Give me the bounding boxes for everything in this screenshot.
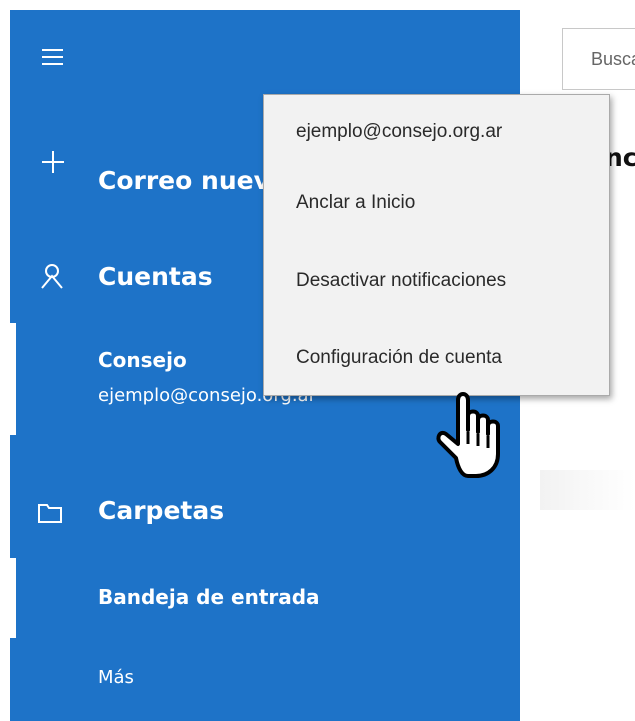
- folders-label[interactable]: Carpetas: [98, 496, 224, 525]
- inbox-folder[interactable]: Bandeja de entrada: [98, 585, 320, 609]
- inbox-selection-indicator: [10, 558, 16, 638]
- pin-to-start-item[interactable]: Anclar a Inicio: [296, 192, 415, 214]
- hamburger-icon[interactable]: [42, 49, 63, 66]
- accounts-label[interactable]: Cuentas: [98, 262, 213, 291]
- account-selection-indicator: [10, 323, 16, 435]
- plus-icon: [42, 151, 64, 173]
- account-settings-item[interactable]: Configuración de cuenta: [296, 347, 502, 369]
- person-icon: [41, 264, 63, 289]
- more-folders-link[interactable]: Más: [98, 667, 134, 688]
- folder-icon: [38, 504, 62, 523]
- account-context-menu: ejemplo@consejo.org.ar Anclar a Inicio D…: [263, 94, 610, 396]
- disable-notifications-item[interactable]: Desactivar notificaciones: [296, 270, 506, 292]
- new-mail-button[interactable]: Correo nuevo: [98, 166, 287, 195]
- account-name[interactable]: Consejo: [98, 348, 187, 372]
- message-preview: [540, 470, 635, 510]
- hand-cursor-icon: [436, 392, 500, 478]
- context-menu-header: ejemplo@consejo.org.ar: [296, 121, 503, 142]
- search-input[interactable]: Buscar: [562, 28, 635, 90]
